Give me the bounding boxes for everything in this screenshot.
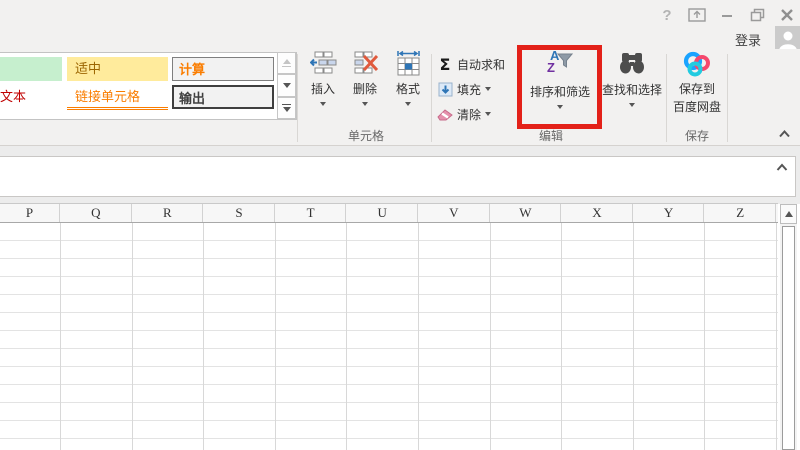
minimize-icon (721, 9, 733, 21)
triangle-down-icon (283, 83, 291, 88)
autosum-label: 自动求和 (457, 56, 505, 73)
format-cells-icon (395, 50, 422, 77)
column-header-Z[interactable]: Z (705, 204, 776, 222)
collapse-formula-bar-button[interactable] (774, 161, 790, 179)
restore-button[interactable] (746, 5, 768, 25)
dropdown-caret-icon (629, 103, 635, 107)
fill-button[interactable]: 填充 (437, 80, 491, 98)
triangle-up-icon (785, 211, 793, 217)
triangle-up-icon (283, 59, 291, 64)
save-group-label: 保存 (667, 127, 727, 144)
dropdown-caret-icon (405, 102, 411, 106)
collapse-ribbon-button[interactable] (777, 127, 792, 145)
help-button[interactable]: ? (656, 5, 678, 25)
gallery-scroll-up-button[interactable] (277, 52, 296, 74)
close-icon (780, 8, 794, 22)
dropdown-caret-icon (362, 102, 368, 106)
grid-column-line (275, 223, 276, 450)
ribbon-display-options-button[interactable] (686, 5, 708, 25)
group-separator (727, 54, 728, 142)
sheet-grid[interactable] (0, 223, 778, 450)
group-separator (431, 54, 432, 142)
grid-column-line (633, 223, 634, 450)
excel-window: ? 登录 适中 计算 文本 链接单元格 输出 (0, 0, 800, 450)
eraser-icon (437, 107, 453, 121)
dropdown-caret-icon (320, 102, 326, 106)
clear-label: 清除 (457, 106, 481, 123)
sigma-icon: Σ (437, 55, 453, 74)
bar-icon (282, 104, 291, 106)
save-to-baidu-label-line2: 百度网盘 (673, 98, 721, 115)
cells-group-label: 单元格 (330, 127, 402, 144)
format-cells-button[interactable]: 格式 (388, 50, 428, 122)
gallery-scroll-down-button[interactable] (277, 74, 296, 96)
column-header-Q[interactable]: Q (61, 204, 132, 222)
delete-label: 删除 (353, 80, 377, 97)
minimize-button[interactable] (716, 5, 738, 25)
save-to-baidu-button[interactable]: 保存到 百度网盘 (668, 50, 726, 122)
baidu-netdisk-icon (681, 50, 713, 80)
sign-in-button[interactable]: 登录 (735, 30, 761, 49)
binoculars-icon (618, 50, 646, 78)
delete-cells-button[interactable]: 删除 (345, 50, 385, 122)
insert-cells-button[interactable]: 插入 (303, 50, 343, 122)
column-header-P[interactable]: P (0, 204, 60, 222)
close-button[interactable] (776, 5, 798, 25)
gallery-more-button[interactable] (277, 97, 296, 119)
fill-label: 填充 (457, 81, 481, 98)
format-label: 格式 (396, 80, 420, 97)
highlight-box (517, 45, 602, 129)
insert-label: 插入 (311, 80, 335, 97)
column-header-V[interactable]: V (419, 204, 490, 222)
column-header-R[interactable]: R (133, 204, 204, 222)
autosum-button[interactable]: Σ 自动求和 (437, 55, 505, 73)
restore-icon (750, 8, 765, 22)
insert-cells-icon (310, 50, 337, 77)
grid-column-line (776, 223, 777, 450)
scrollbar-thumb[interactable] (782, 226, 795, 450)
avatar[interactable] (775, 26, 800, 49)
grid-column-line (132, 223, 133, 450)
chevron-up-icon (777, 128, 792, 140)
column-header-W[interactable]: W (491, 204, 562, 222)
dropdown-caret-icon (485, 112, 491, 116)
ribbon-display-options-icon (688, 8, 706, 22)
chevron-up-icon (774, 161, 790, 174)
editing-group-label: 编辑 (521, 127, 581, 144)
scroll-up-button[interactable] (780, 204, 797, 224)
clear-button[interactable]: 清除 (437, 105, 491, 123)
grid-column-line (418, 223, 419, 450)
style-calculation-cell[interactable]: 计算 (172, 57, 274, 81)
help-icon: ? (662, 7, 671, 24)
person-icon (777, 29, 799, 49)
formula-bar[interactable] (0, 156, 796, 197)
group-separator (297, 54, 298, 142)
find-select-label: 查找和选择 (602, 81, 662, 98)
style-good-cell[interactable] (0, 57, 62, 81)
column-header-U[interactable]: U (347, 204, 418, 222)
column-header-T[interactable]: T (276, 204, 347, 222)
bar-icon (282, 66, 291, 68)
style-linked-cell[interactable]: 链接单元格 (67, 85, 168, 110)
column-header-X[interactable]: X (562, 204, 633, 222)
save-to-baidu-label-line1: 保存到 (679, 80, 715, 97)
dropdown-caret-icon (485, 87, 491, 91)
style-output-cell[interactable]: 输出 (172, 85, 274, 109)
delete-cells-icon (352, 50, 379, 77)
grid-column-line (60, 223, 61, 450)
grid-column-line (346, 223, 347, 450)
grid-column-line (203, 223, 204, 450)
grid-column-line (704, 223, 705, 450)
grid-column-line (561, 223, 562, 450)
column-header-Y[interactable]: Y (634, 204, 705, 222)
column-header-S[interactable]: S (204, 204, 275, 222)
style-warning-text-cell[interactable]: 文本 (0, 85, 62, 109)
style-neutral-cell[interactable]: 适中 (67, 57, 168, 81)
fill-down-icon (437, 82, 453, 97)
grid-column-line (490, 223, 491, 450)
triangle-down-icon (283, 107, 291, 112)
column-headers[interactable]: PQRSTUVWXYZ (0, 203, 778, 223)
find-select-button[interactable]: 查找和选择 (600, 50, 664, 122)
